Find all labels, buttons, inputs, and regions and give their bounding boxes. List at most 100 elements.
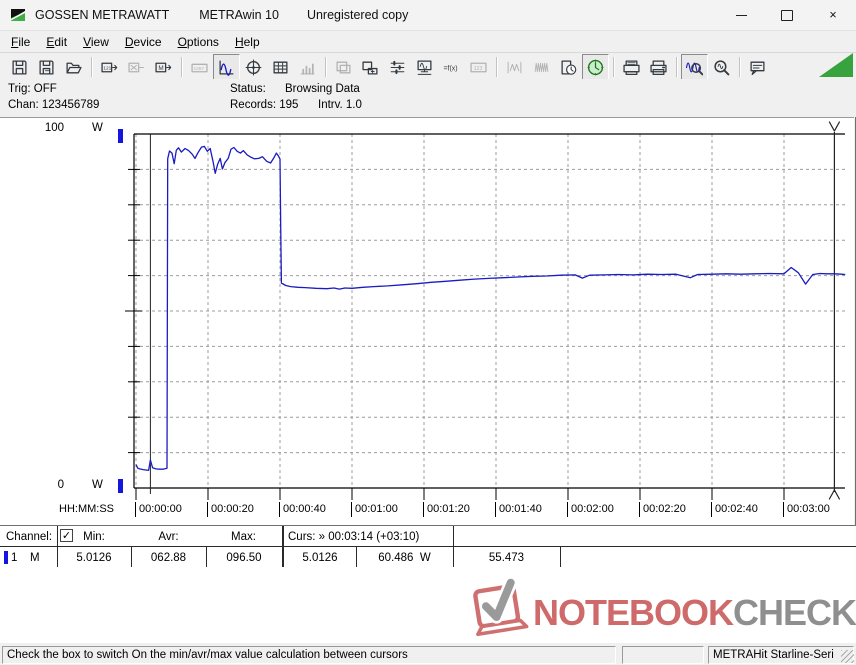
menu-device[interactable]: Device	[117, 33, 170, 51]
bars-icon	[299, 59, 316, 76]
toolbar-save-button[interactable]	[6, 54, 33, 80]
close-icon: ×	[829, 8, 836, 22]
svg-text:=f(x): =f(x)	[444, 65, 458, 72]
toolbar-separator	[739, 57, 740, 77]
printer-icon	[650, 59, 667, 76]
toolbar-cursor-view-button[interactable]	[240, 54, 267, 80]
svg-text:121: 121	[103, 65, 111, 71]
y-axis-max-label: 100	[34, 122, 64, 134]
n123-icon: 123	[470, 59, 487, 76]
close-button[interactable]: ×	[810, 0, 856, 30]
devx-icon	[128, 59, 145, 76]
maximize-button[interactable]	[764, 0, 810, 30]
wavebr-icon	[506, 59, 523, 76]
toolbar-new-window-button	[330, 54, 357, 80]
x-tick-label: 00:01:20	[423, 502, 470, 517]
devm-icon: M	[155, 59, 172, 76]
laptop-check-icon	[466, 577, 533, 649]
trigger-status: Trig: OFF	[8, 83, 57, 95]
metrawin-window: { "window": { "title_app": "GOSSEN METRA…	[0, 0, 856, 665]
toolbar-zoom-out-button[interactable]	[708, 54, 735, 80]
toolbar-save-as-button[interactable]	[33, 54, 60, 80]
toolbar-read-device-button[interactable]: M	[150, 54, 177, 80]
chart-panel: 100 W 0 W HH:MM:SS 00:00:0000:00:2000:00…	[0, 117, 854, 525]
toolbar-zoom-in-button[interactable]	[681, 54, 708, 80]
toolbar-table-view-button[interactable]	[267, 54, 294, 80]
x-tick-label: 00:00:00	[135, 502, 182, 517]
zoomout-icon	[713, 59, 730, 76]
chart-canvas[interactable]	[124, 120, 854, 502]
x-tick-label: 00:01:40	[495, 502, 542, 517]
floppy-icon	[11, 59, 28, 76]
toolbar-separator	[613, 57, 614, 77]
toolbar-print-button[interactable]	[645, 54, 672, 80]
menu-edit[interactable]: Edit	[38, 33, 75, 51]
channel-number: 1	[11, 550, 17, 566]
y-axis-unit-top: W	[92, 122, 103, 134]
cursor-delta-value: 55.473	[453, 550, 560, 566]
toolbar-separator	[676, 57, 677, 77]
globe-icon	[587, 59, 604, 76]
toolbar-device-monitor-button[interactable]	[411, 54, 438, 80]
avr-value: 062.88	[131, 550, 206, 566]
toolbar-separator	[325, 57, 326, 77]
toolbar-open-file-button[interactable]	[60, 54, 87, 80]
window-controls: ×	[718, 0, 856, 30]
toolbar-expand-curve-button	[528, 54, 555, 80]
dev121-icon: 121	[101, 59, 118, 76]
max-value: 096.50	[206, 550, 282, 566]
x-tick-label: 00:03:00	[783, 502, 830, 517]
zoomin-icon	[686, 59, 703, 76]
menu-bar: FileEditViewDeviceOptionsHelp	[0, 31, 856, 53]
minimize-icon	[736, 15, 747, 16]
toolbar-clear-device-memory-button	[123, 54, 150, 80]
monitor-icon	[416, 59, 433, 76]
graph-icon	[218, 59, 235, 76]
resize-grip[interactable]	[841, 650, 854, 663]
clockpg-icon	[560, 59, 577, 76]
status-label: Status:	[230, 83, 266, 95]
channel-mode: M	[30, 550, 40, 566]
toolbar-annotations-button[interactable]	[744, 54, 771, 80]
minimize-button[interactable]	[718, 0, 764, 30]
toolbar-read-device-memory-button[interactable]: 121	[96, 54, 123, 80]
toolbar-channel-settings-button[interactable]	[384, 54, 411, 80]
table-header-avr: Avr:	[131, 529, 206, 545]
records-count: Records: 195	[230, 99, 298, 111]
channel-range-marker-top	[118, 129, 123, 143]
x-tick-label: 00:02:20	[639, 502, 686, 517]
toolbar-separator	[496, 57, 497, 77]
toolbar-separator	[181, 57, 182, 77]
acquisition-info-panel: Trig: OFF Chan: 123456789 Status: Browsi…	[0, 79, 856, 117]
toolbar: 121 M 1257 =f(x) 123	[0, 53, 856, 82]
table-header-cursor: Curs: » 00:03:14 (+03:10)	[288, 529, 419, 545]
x-tick-label: 00:00:40	[279, 502, 326, 517]
cross-icon	[245, 59, 262, 76]
menu-help[interactable]: Help	[227, 33, 268, 51]
app-icon	[10, 7, 26, 23]
toolbar-print-report-button[interactable]	[618, 54, 645, 80]
logo-word-notebook: NOTEBOOK	[533, 592, 733, 633]
menu-options[interactable]: Options	[170, 33, 227, 51]
maximize-icon	[781, 10, 793, 21]
y-axis-unit-bottom: W	[92, 479, 103, 491]
toolbar-online-recording-button[interactable]	[582, 54, 609, 80]
channel-range-marker-bottom	[118, 479, 123, 493]
open-icon	[65, 59, 82, 76]
menu-file[interactable]: File	[3, 33, 38, 51]
toolbar-numeric-export-button: 123	[465, 54, 492, 80]
toolbar-log-settings-button[interactable]	[555, 54, 582, 80]
floppy2-icon	[38, 59, 55, 76]
toolbar-export-to-file-button[interactable]	[357, 54, 384, 80]
table-header-max: Max:	[206, 529, 281, 545]
win-icon	[335, 59, 352, 76]
x-tick-label: 00:02:00	[567, 502, 614, 517]
menu-view[interactable]: View	[75, 33, 117, 51]
logo-word-check: CHECK	[733, 592, 856, 633]
disp-icon: 1257	[191, 59, 208, 76]
toolbar-graph-view-button[interactable]	[213, 54, 240, 80]
expdisk-icon	[362, 59, 379, 76]
toolbar-formula-button[interactable]: =f(x)	[438, 54, 465, 80]
min-value: 5.0126	[57, 550, 131, 566]
printenv-icon	[623, 59, 640, 76]
